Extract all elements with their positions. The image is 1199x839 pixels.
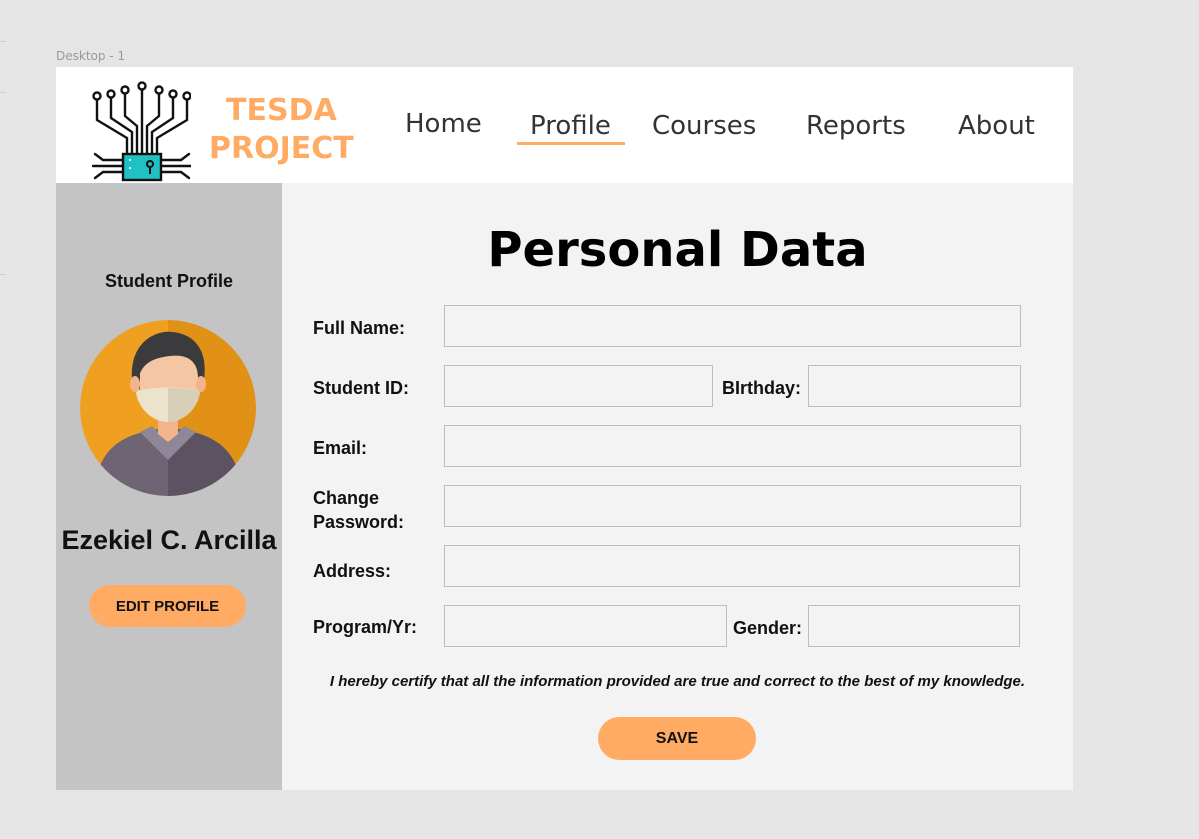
- change-password-label-line1: Change: [313, 488, 380, 508]
- gender-label: Gender:: [733, 618, 803, 638]
- student-id-field: [444, 365, 713, 407]
- address-input[interactable]: [445, 546, 1019, 586]
- nav-profile[interactable]: Profile: [530, 111, 611, 141]
- nav-home[interactable]: Home: [405, 109, 482, 139]
- nav-reports[interactable]: Reports: [806, 111, 906, 141]
- program-label: Program/Yr:: [313, 617, 418, 637]
- save-button[interactable]: SAVE: [598, 717, 756, 760]
- brand-line-2: PROJECT: [209, 131, 354, 166]
- circuit-chip-icon: [91, 81, 191, 182]
- sidebar-title: Student Profile: [104, 271, 233, 291]
- brand-name: TESDA PROJECT: [209, 92, 354, 168]
- brand-line-1: TESDA: [226, 93, 337, 128]
- page-title: Personal Data: [487, 222, 868, 278]
- gender-field: [808, 605, 1020, 647]
- address-field: [444, 545, 1020, 587]
- full-name-field: [444, 305, 1021, 347]
- change-password-label: Change Password:: [313, 486, 404, 534]
- frame-label: Desktop - 1: [56, 49, 126, 63]
- address-label: Address:: [313, 561, 392, 581]
- nav-about[interactable]: About: [958, 111, 1035, 141]
- student-name: Ezekiel C. Arcilla: [61, 525, 277, 555]
- full-name-input[interactable]: [445, 306, 1020, 346]
- email-input[interactable]: [445, 426, 1020, 466]
- birthday-field: [808, 365, 1021, 407]
- nav-active-indicator: [517, 142, 625, 145]
- birthday-input[interactable]: [809, 366, 1020, 406]
- program-field: [444, 605, 727, 647]
- password-input[interactable]: [445, 486, 1020, 526]
- gender-input[interactable]: [809, 606, 1019, 646]
- profile-sidebar: Student Profile Ezekiel C. Arcilla EDIT …: [56, 183, 282, 790]
- top-header: TESDA PROJECT Home Profile Courses Repor…: [56, 67, 1073, 183]
- program-input[interactable]: [445, 606, 726, 646]
- certification-statement: I hereby certify that all the informatio…: [329, 673, 1026, 690]
- email-field: [444, 425, 1021, 467]
- masked-student-avatar-icon: [80, 320, 256, 496]
- student-id-label: Student ID:: [313, 378, 409, 398]
- birthday-label: BIrthday:: [722, 378, 802, 398]
- full-name-label: Full Name:: [313, 318, 406, 338]
- email-label: Email:: [313, 438, 368, 458]
- student-id-input[interactable]: [445, 366, 712, 406]
- edit-profile-button[interactable]: EDIT PROFILE: [89, 585, 246, 627]
- nav-courses[interactable]: Courses: [652, 111, 756, 141]
- password-field: [444, 485, 1021, 527]
- desktop-frame: TESDA PROJECT Home Profile Courses Repor…: [56, 67, 1073, 790]
- change-password-label-line2: Password:: [313, 512, 405, 532]
